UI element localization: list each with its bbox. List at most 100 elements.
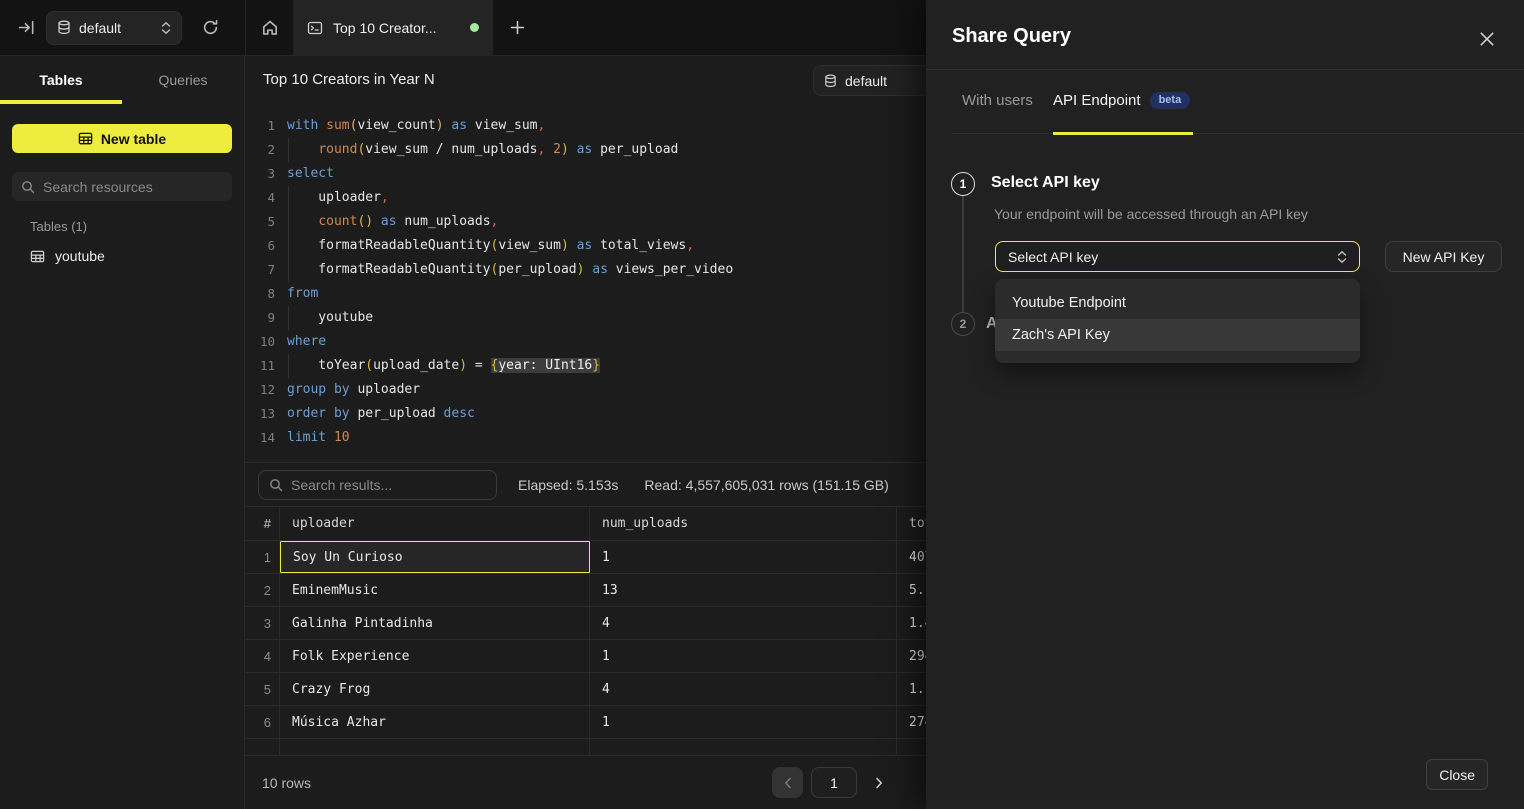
table-cell[interactable]: Música Azhar: [280, 706, 590, 738]
share-query-panel: Share Query With users API Endpoint beta…: [926, 0, 1524, 809]
sql-code: uploader,: [275, 186, 389, 210]
sql-code: formatReadableQuantity(per_upload) as vi…: [275, 258, 733, 282]
sql-code: count() as num_uploads,: [275, 210, 498, 234]
table-item-label: youtube: [55, 248, 105, 264]
table-icon: [30, 249, 45, 264]
sidebar-tabs: Tables Queries: [0, 56, 244, 104]
database-selector[interactable]: default: [46, 11, 182, 45]
line-number: 7: [245, 258, 275, 282]
table-cell[interactable]: 1: [245, 541, 280, 573]
table-cell[interactable]: Galinha Pintadinha: [280, 607, 590, 639]
search-results-input[interactable]: [291, 477, 486, 493]
column-header-uploader[interactable]: uploader: [280, 507, 590, 540]
line-number: 12: [245, 378, 275, 402]
column-header-index[interactable]: #: [245, 507, 280, 540]
line-number: 13: [245, 402, 275, 426]
step-1-indicator: 1: [951, 172, 975, 196]
tab-api-endpoint-label: API Endpoint: [1053, 92, 1141, 109]
read-stat: Read: 4,557,605,031 rows (151.15 GB): [644, 477, 888, 493]
database-icon: [57, 20, 71, 35]
table-cell[interactable]: 2: [245, 574, 280, 606]
new-table-label: New table: [101, 131, 166, 147]
api-key-select[interactable]: Select API key: [995, 241, 1360, 272]
next-page-button[interactable]: [865, 767, 893, 798]
line-number: 2: [245, 138, 275, 162]
sql-code: with sum(view_count) as view_sum,: [275, 114, 545, 138]
line-number: 1: [245, 114, 275, 138]
sidebar-tab-queries[interactable]: Queries: [122, 56, 244, 104]
close-panel-button[interactable]: Close: [1426, 759, 1488, 790]
close-icon[interactable]: [1475, 27, 1499, 51]
unsaved-changes-dot: [470, 23, 479, 32]
table-cell[interactable]: 1: [590, 706, 897, 738]
sql-code: select: [275, 162, 334, 186]
search-resources-input[interactable]: [43, 179, 223, 195]
table-cell[interactable]: 3: [245, 607, 280, 639]
line-number: 14: [245, 426, 275, 450]
tables-section-label: Tables (1): [30, 219, 87, 234]
beta-badge: beta: [1150, 92, 1191, 109]
elapsed-stat: Elapsed: 5.153s: [518, 477, 618, 493]
new-table-button[interactable]: New table: [12, 124, 232, 153]
step-2-indicator: 2: [951, 312, 975, 336]
current-page-button[interactable]: 1: [811, 767, 857, 798]
tab-with-users[interactable]: With users: [962, 92, 1033, 109]
query-database-selector[interactable]: default: [813, 65, 935, 96]
step-connector-line: [962, 196, 964, 312]
database-icon: [824, 74, 837, 88]
line-number: 10: [245, 330, 275, 354]
api-key-dropdown-menu: Youtube EndpointZach's API Key: [995, 279, 1360, 363]
line-number: 6: [245, 234, 275, 258]
line-number: 11: [245, 354, 275, 378]
sidebar-tab-tables[interactable]: Tables: [0, 56, 122, 104]
table-cell[interactable]: 1: [590, 541, 897, 573]
search-results-field[interactable]: [258, 470, 497, 500]
step-1-title: Select API key: [991, 174, 1100, 192]
table-cell[interactable]: 4: [590, 673, 897, 705]
sql-code: group by uploader: [275, 378, 420, 402]
new-api-key-button[interactable]: New API Key: [1385, 241, 1502, 272]
table-cell[interactable]: 6: [245, 706, 280, 738]
home-icon[interactable]: [245, 0, 293, 55]
database-selector-value: default: [79, 20, 153, 36]
row-count-label: 10 rows: [262, 775, 311, 791]
table-cell[interactable]: Folk Experience: [280, 640, 590, 672]
table-cell[interactable]: 4: [245, 640, 280, 672]
share-panel-title: Share Query: [952, 25, 1071, 48]
table-cell[interactable]: Crazy Frog: [280, 673, 590, 705]
selected-cell[interactable]: Soy Un Curioso: [280, 541, 590, 573]
search-resources-field[interactable]: [12, 172, 232, 201]
sidebar-item-youtube[interactable]: youtube: [18, 242, 233, 270]
search-icon: [269, 478, 283, 492]
tab-top-10-creators[interactable]: Top 10 Creator...: [293, 0, 493, 55]
pagination: 1: [772, 767, 893, 798]
table-cell[interactable]: 1: [590, 640, 897, 672]
tab-label: Top 10 Creator...: [333, 20, 460, 36]
table-cell[interactable]: 5: [245, 673, 280, 705]
line-number: 5: [245, 210, 275, 234]
chevron-updown-icon: [1337, 250, 1347, 264]
topbar-left: default: [0, 0, 245, 55]
query-title: Top 10 Creators in Year N: [263, 71, 435, 88]
tab-api-endpoint[interactable]: API Endpoint beta: [1053, 92, 1190, 109]
sql-code: toYear(upload_date) = {year: UInt16}: [275, 354, 600, 378]
terminal-icon: [307, 20, 323, 36]
share-panel-tabs: With users API Endpoint beta: [926, 70, 1524, 135]
table-cell[interactable]: EminemMusic: [280, 574, 590, 606]
refresh-icon[interactable]: [190, 0, 230, 56]
table-cell[interactable]: 13: [590, 574, 897, 606]
column-header-num-uploads[interactable]: num_uploads: [590, 507, 897, 540]
sql-code: formatReadableQuantity(view_sum) as tota…: [275, 234, 694, 258]
new-tab-button[interactable]: [493, 0, 541, 55]
api-key-option[interactable]: Zach's API Key: [995, 319, 1360, 351]
table-cell[interactable]: 4: [590, 607, 897, 639]
sql-code: from: [275, 282, 318, 306]
line-number: 9: [245, 306, 275, 330]
prev-page-button[interactable]: [772, 767, 803, 798]
api-key-option[interactable]: Youtube Endpoint: [995, 287, 1360, 319]
search-icon: [21, 180, 35, 194]
line-number: 4: [245, 186, 275, 210]
tab-strip: Top 10 Creator...: [245, 0, 541, 55]
collapse-sidebar-icon[interactable]: [6, 0, 46, 56]
step-1-description: Your endpoint will be accessed through a…: [994, 206, 1308, 222]
